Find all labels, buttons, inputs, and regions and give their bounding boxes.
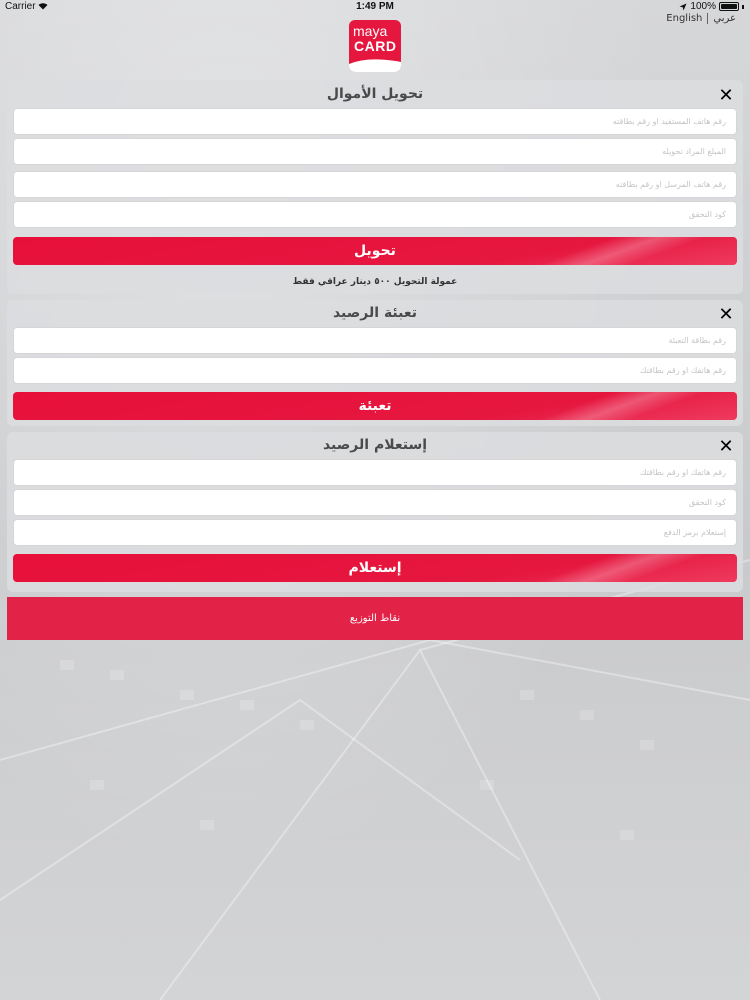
transfer-button-label: تحويل (354, 243, 396, 259)
transfer-recipient-input[interactable]: رقم هاتف المستفيد او رقم بطاقته (13, 108, 737, 135)
inquiry-button[interactable]: إستعلام (13, 554, 737, 582)
topup-button[interactable]: تعبئة (13, 392, 737, 420)
inquiry-phone-input[interactable]: رقم هاتفك او رقم بطاقتك (13, 459, 737, 486)
transfer-panel: تحويل الأموال ✕ رقم هاتف المستفيد او رقم… (7, 80, 743, 294)
maya-card-logo: maya CARD (349, 20, 401, 72)
transfer-close-icon[interactable]: ✕ (717, 87, 735, 105)
button-shine (507, 392, 737, 420)
inquiry-close-icon[interactable]: ✕ (717, 438, 735, 456)
button-shine (507, 237, 737, 265)
topup-button-label: تعبئة (358, 398, 392, 414)
battery-percent: 100% (690, 1, 716, 12)
transfer-fee-note: عمولة التحويل ٥٠٠ دينار عراقي فقط (292, 277, 458, 287)
logo-text-maya: maya (353, 23, 388, 39)
battery-tip (742, 4, 744, 9)
topup-title: تعبئة الرصيد (332, 305, 418, 321)
topup-panel: تعبئة الرصيد ✕ رقم بطاقة التعبئة رقم هات… (7, 300, 743, 426)
inquiry-panel: إستعلام الرصيد ✕ رقم هاتفك او رقم بطاقتك… (7, 432, 743, 592)
distribution-points-label: نقاط التوزيع (349, 613, 401, 624)
inquiry-title: إستعلام الرصيد (322, 437, 428, 453)
inquiry-paycode-input[interactable]: إستعلام برمز الدفع (13, 519, 737, 546)
topup-close-icon[interactable]: ✕ (717, 306, 735, 324)
distribution-points-button[interactable]: نقاط التوزيع (7, 597, 743, 640)
logo-wave (349, 59, 401, 72)
lang-arabic[interactable]: عربي (713, 13, 736, 24)
logo-text-card: CARD (354, 38, 397, 54)
transfer-button[interactable]: تحويل (13, 237, 737, 265)
inquiry-button-label: إستعلام (348, 560, 402, 576)
topup-card-input[interactable]: رقم بطاقة التعبئة (13, 327, 737, 354)
transfer-title: تحويل الأموال (326, 86, 424, 102)
location-arrow-icon (679, 3, 687, 10)
button-shine (507, 554, 737, 582)
transfer-code-input[interactable]: كود التحقق (13, 201, 737, 228)
battery-icon (719, 2, 739, 11)
inquiry-code-input[interactable]: كود التحقق (13, 489, 737, 516)
transfer-amount-input[interactable]: المبلغ المراد تحويله (13, 138, 737, 165)
topup-phone-input[interactable]: رقم هاتفك او رقم بطاقتك (13, 357, 737, 384)
lang-divider (707, 13, 709, 24)
lang-english[interactable]: English (666, 13, 702, 24)
status-bar: Carrier 1:49 PM 100% (0, 0, 750, 14)
language-switch: English عربي (666, 13, 736, 24)
transfer-sender-input[interactable]: رقم هاتف المرسل او رقم بطاقته (13, 171, 737, 198)
status-time: 1:49 PM (356, 1, 394, 12)
status-right: 100% (679, 1, 744, 12)
